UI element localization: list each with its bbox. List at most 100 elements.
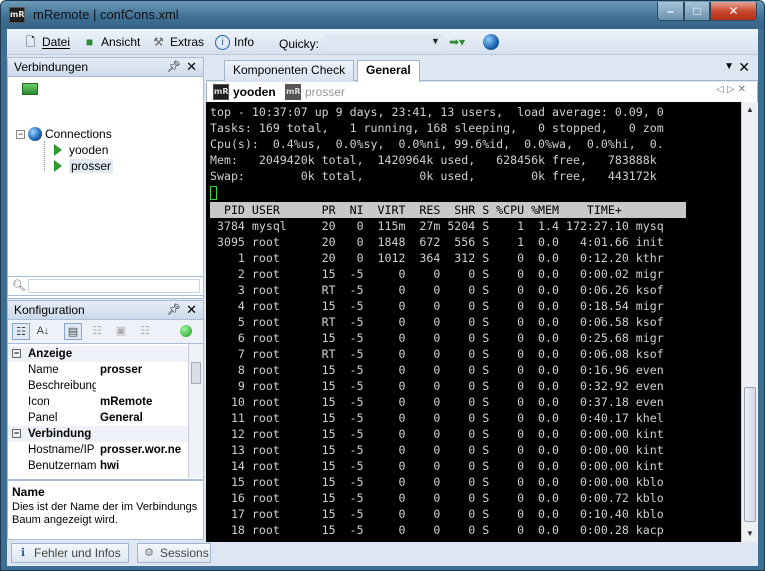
session-nav-icons[interactable]: ◁▷✕	[716, 84, 749, 95]
property-row[interactable]: Panel General	[8, 410, 188, 426]
tree-root-label: Connections	[45, 127, 112, 141]
property-row[interactable]: Name prosser	[8, 362, 188, 378]
property-key: Icon	[28, 396, 50, 408]
search-input[interactable]	[28, 279, 200, 293]
collapse-icon[interactable]: −	[16, 129, 25, 139]
app-icon: mR	[9, 7, 25, 23]
process-row: 1 root 20 0 1012 364 312 S 0 0.0 0:12.20…	[210, 251, 664, 265]
menu-extras[interactable]: ⚒ Extras	[151, 33, 204, 51]
terminal-line: Swap: 0k total, 0k used, 0k free, 443172…	[210, 169, 657, 183]
tree-root-connections[interactable]: − Connections	[16, 127, 112, 141]
property-row[interactable]: Beschreibung	[8, 378, 188, 394]
process-row: 12 root 15 -5 0 0 0 S 0 0.0 0:00.00 kint	[210, 427, 664, 441]
close-tab-icon[interactable]: ✕	[738, 59, 750, 76]
menu-info[interactable]: i Info	[215, 33, 254, 51]
process-row: 17 root 15 -5 0 0 0 S 0 0.0 0:10.40 kblo	[210, 507, 664, 521]
session-tab-prosser[interactable]: mR prosser	[285, 83, 345, 101]
config-pane-header: Konfiguration 📌︎ ✕	[7, 300, 204, 320]
globe-icon	[28, 127, 42, 141]
menu-datei[interactable]: 🗋 Datei	[23, 33, 70, 51]
process-row: 11 root 15 -5 0 0 0 S 0 0.0 0:40.17 khel	[210, 411, 664, 425]
property-value[interactable]: prosser.wor.ne	[100, 442, 188, 458]
session-tab-strip: mR yooden mR prosser ◁▷✕	[206, 82, 758, 102]
scroll-down-icon[interactable]: ▼	[742, 526, 758, 542]
tab-sessions[interactable]: ⚙ Sessions	[137, 543, 211, 563]
scroll-thumb[interactable]	[744, 387, 756, 522]
sessions-icon: ⚙	[144, 547, 154, 559]
process-row: 7 root RT -5 0 0 0 S 0 0.0 0:06.08 ksof	[210, 347, 664, 361]
menu-extras-label: Extras	[170, 35, 205, 49]
menu-ansicht[interactable]: ■ Ansicht	[82, 33, 140, 51]
session-tab-yooden[interactable]: mR yooden	[213, 83, 276, 101]
tab-errors-infos[interactable]: ℹ Fehler und Infos	[11, 543, 129, 563]
collapse-icon[interactable]: −	[12, 429, 21, 438]
tree-item-yooden[interactable]: yooden	[54, 143, 108, 157]
process-row: 4 root 15 -5 0 0 0 S 0 0.0 0:18.54 migr	[210, 299, 664, 313]
property-row[interactable]: Hostname/IP prosser.wor.ne	[8, 442, 188, 458]
scroll-thumb[interactable]	[191, 362, 201, 384]
terminal-cursor	[210, 186, 217, 200]
process-row: 3095 root 20 0 1848 672 556 S 1 0.0 4:01…	[210, 235, 664, 249]
play-icon	[54, 144, 62, 156]
terminal-line: Cpu(s): 0.4%us, 0.0%sy, 0.0%ni, 99.6%id,…	[210, 137, 664, 151]
new-connection-icon[interactable]	[22, 83, 38, 95]
properties-icon[interactable]: ▤	[64, 323, 82, 340]
scroll-up-icon[interactable]: ▲	[742, 102, 758, 118]
maximize-button[interactable]: □	[684, 2, 710, 21]
category-label: Anzeige	[28, 348, 73, 360]
session-tab-label: prosser	[305, 85, 346, 99]
inheritance-icon[interactable]: ☷	[88, 323, 106, 340]
property-category[interactable]: − Anzeige	[8, 346, 188, 362]
property-category[interactable]: − Verbindung	[8, 426, 188, 442]
terminal-line: Tasks: 169 total, 1 running, 168 sleepin…	[210, 121, 664, 135]
process-row: 16 root 15 -5 0 0 0 S 0 0.0 0:00.72 kblo	[210, 491, 664, 505]
categorized-icon[interactable]: ☷	[12, 323, 30, 340]
tab-list-dropdown-icon[interactable]: ▼	[724, 61, 734, 72]
process-row: 3784 mysql 20 0 115m 27m 5204 S 1 1.4 17…	[210, 219, 664, 233]
document-icon: 🗋	[25, 34, 36, 49]
quicky-input[interactable]	[325, 34, 443, 51]
minimize-button[interactable]: –	[657, 2, 684, 21]
terminal-line: top - 10:37:07 up 9 days, 23:41, 13 user…	[210, 105, 664, 119]
process-row: 3 root RT -5 0 0 0 S 0 0.0 0:06.26 ksof	[210, 283, 664, 297]
process-row: 18 root 15 -5 0 0 0 S 0 0.0 0:00.28 kacp	[210, 523, 664, 537]
property-value[interactable]: hwi	[100, 458, 188, 474]
play-icon	[54, 160, 62, 172]
connect-icon[interactable]: ➡▾	[449, 35, 465, 49]
property-value[interactable]: mRemote	[100, 394, 188, 410]
tab-komponenten-check[interactable]: Komponenten Check	[224, 60, 355, 81]
info-icon: ℹ	[20, 547, 26, 559]
terminal-scrollbar[interactable]: ▲ ▼	[741, 102, 758, 542]
pin-icon[interactable]: 📌︎	[167, 301, 181, 319]
collapse-icon[interactable]: −	[12, 349, 21, 358]
close-button[interactable]: ✕	[710, 2, 757, 21]
tab-general[interactable]: General	[357, 60, 420, 82]
menu-datei-label: Datei	[42, 35, 71, 49]
terminal-view[interactable]: top - 10:37:07 up 9 days, 23:41, 13 user…	[206, 102, 741, 542]
property-value[interactable]: prosser	[100, 362, 188, 378]
default-props-icon[interactable]: ▣	[112, 323, 130, 340]
menu-info-label: Info	[234, 35, 255, 49]
title-bar[interactable]: mR mRemote | confCons.xml – □ ✕	[1, 1, 764, 29]
property-scrollbar[interactable]	[188, 344, 203, 478]
process-row: 9 root 15 -5 0 0 0 S 0 0.0 0:32.92 even	[210, 379, 664, 393]
property-value[interactable]: General	[100, 410, 188, 426]
close-pane-icon[interactable]: ✕	[186, 58, 197, 76]
quicky-label: Quicky:	[279, 37, 320, 51]
pin-icon[interactable]: 📌︎	[167, 58, 181, 76]
globe-icon[interactable]	[483, 34, 499, 50]
property-row[interactable]: Benutzername hwi	[8, 458, 188, 474]
quicky-dropdown-icon[interactable]: ▼	[431, 36, 440, 46]
tree-item-prosser[interactable]: prosser	[54, 159, 114, 173]
sort-az-icon[interactable]: A↓	[34, 323, 52, 340]
property-row[interactable]: Icon mRemote	[8, 394, 188, 410]
process-row: 13 root 15 -5 0 0 0 S 0 0.0 0:00.00 kint	[210, 443, 664, 457]
process-row: 8 root 15 -5 0 0 0 S 0 0.0 0:16.96 even	[210, 363, 664, 377]
close-pane-icon[interactable]: ✕	[186, 301, 197, 319]
process-row: 6 root 15 -5 0 0 0 S 0 0.0 0:25.68 migr	[210, 331, 664, 345]
property-grid: − Anzeige Name prosser Beschreibung Icon…	[7, 344, 204, 480]
tools-icon: ⚒	[153, 34, 164, 49]
session-tab-label: yooden	[233, 85, 276, 99]
default-inherit-icon[interactable]: ☷	[136, 323, 154, 340]
config-pane-title: Konfiguration	[14, 303, 85, 317]
